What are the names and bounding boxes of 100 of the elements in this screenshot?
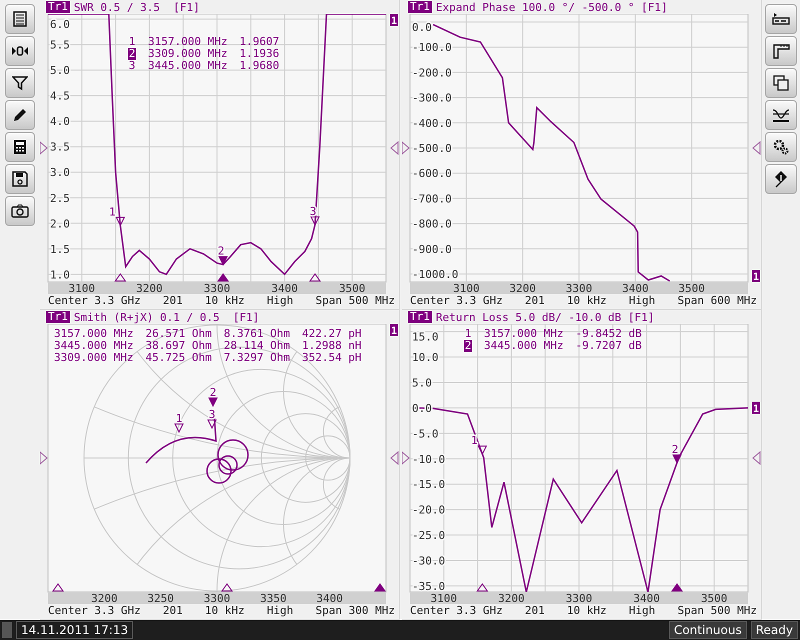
stimulus-icon <box>772 12 790 26</box>
marker-readout-value: 1.2988 nH <box>302 340 362 352</box>
marker-icon[interactable] <box>218 256 228 266</box>
trace-badge[interactable]: Tr1 <box>46 311 70 323</box>
sweep-setting: Span 300 MHz <box>315 604 395 618</box>
y-tick-label: -15.0 <box>412 478 446 492</box>
y-tick-label: 2.5 <box>50 192 70 205</box>
y-tick-label: -20.0 <box>412 504 446 517</box>
y-tick-label: 5.5 <box>50 38 70 52</box>
marker-readout-value: 3157.000 MHz <box>54 328 134 340</box>
x-tick-label: 3200 <box>509 282 536 294</box>
table-icon-button[interactable] <box>5 4 35 34</box>
marker-icon[interactable] <box>116 216 126 226</box>
calculator-icon-button[interactable] <box>5 132 35 162</box>
marker-number: 1 <box>471 434 478 448</box>
marker-readout-value: 422.27 pH <box>302 328 362 340</box>
sweep-setting: High <box>628 604 656 618</box>
x-tick-label: 3400 <box>271 282 298 294</box>
wave-icon-button[interactable] <box>765 100 797 130</box>
sweep-setting: Center 3.3 GHz <box>48 604 141 618</box>
marker-readout-value: 28.114 Ohm <box>224 340 290 352</box>
y-tick-label: -5.0 <box>412 427 438 440</box>
trace-badge[interactable]: Tr1 <box>46 1 70 13</box>
settings-icon-button[interactable] <box>765 132 797 162</box>
sweep-setting: 10 kHz <box>204 604 245 618</box>
sweep-setting: High <box>266 294 294 308</box>
marker-readout-value: 1.1936 <box>239 48 280 60</box>
y-tick-label: -500.0 <box>412 142 452 155</box>
pencil-icon-button[interactable] <box>5 100 35 130</box>
x-tick-label: 3400 <box>622 282 649 294</box>
marker-icon[interactable] <box>208 398 218 408</box>
y-tick-label: -10.0 <box>412 452 446 466</box>
x-tick-label: 3400 <box>316 592 343 604</box>
x-tick-label: 3350 <box>260 592 287 604</box>
camera-icon-button[interactable] <box>5 196 35 226</box>
marker-icon-button[interactable] <box>5 36 35 66</box>
wave-icon <box>772 107 790 123</box>
floppy-disk-icon-button[interactable] <box>5 164 35 194</box>
marker-readout-value: 3445.000 MHz <box>484 340 564 352</box>
marker-icon[interactable] <box>174 424 184 434</box>
windows-icon-button[interactable] <box>765 68 797 98</box>
marker-readout-value: 8.3761 Ohm <box>224 328 290 340</box>
stimulus-marker-icon <box>114 273 126 282</box>
reference-level-icon <box>390 140 398 156</box>
marker-readout-value: 26.571 Ohm <box>145 328 212 340</box>
marker-readout-value: 3309.000 MHz <box>54 352 134 364</box>
x-tick-label: 3500 <box>700 592 728 604</box>
sweep-setting: 201 <box>162 294 183 308</box>
chart-title: Expand Phase 100.0 °/ -500.0 ° [F1] <box>436 0 668 14</box>
sweep-setting: High <box>628 294 656 308</box>
marker-icon[interactable] <box>672 454 682 464</box>
y-tick-label: 15.0 <box>412 330 438 344</box>
y-tick-label: 5.0 <box>50 64 70 78</box>
y-tick-label: -900.0 <box>412 242 452 256</box>
x-tick-label: 3250 <box>147 592 174 604</box>
y-tick-label: -35.0 <box>412 580 446 593</box>
stimulus-marker-icon <box>309 273 321 282</box>
filter-icon-button[interactable] <box>5 68 35 98</box>
chart-title: SWR 0.5 / 3.5 [F1] <box>74 0 200 14</box>
marker-readout-value: 1.9607 <box>239 36 280 48</box>
x-tick-label: 3200 <box>498 592 525 604</box>
marker-icon[interactable] <box>478 446 488 456</box>
sweep-setting: Span 600 MHz <box>677 294 757 308</box>
y-tick-label: -400.0 <box>412 116 452 130</box>
x-tick-label: 3200 <box>136 282 163 294</box>
marker-icon[interactable] <box>207 420 217 430</box>
x-tick-label: 3100 <box>68 282 96 294</box>
marker-readout-value: 3157.000 MHz <box>148 36 228 48</box>
x-tick-label: 3300 <box>204 592 230 604</box>
y-tick-label: 0.0 <box>412 21 432 34</box>
sweep-setting: 10 kHz <box>566 294 607 308</box>
marker-icon <box>11 45 29 57</box>
marker-number: 2 <box>464 340 472 352</box>
reference-level-icon <box>40 140 48 156</box>
reference-level-icon <box>402 140 410 156</box>
sweep-setting: Span 500 MHz <box>315 294 395 308</box>
sweep-setting: Center 3.3 GHz <box>48 294 141 308</box>
trace-badge[interactable]: Tr1 <box>408 311 432 323</box>
instrument-state: Ready <box>750 621 798 639</box>
y-tick-label: 1.0 <box>50 268 70 282</box>
trace-end-label: 1 <box>390 14 398 27</box>
stimulus-icon-button[interactable] <box>765 4 797 34</box>
sweep-setting: 201 <box>524 294 545 308</box>
x-tick-label: 3200 <box>91 592 118 604</box>
date-time: 14.11.2011 17:13 <box>16 621 134 639</box>
ruler-icon-button[interactable] <box>765 36 797 66</box>
camera-icon <box>11 204 29 218</box>
diamond-arrow-icon-button[interactable] <box>765 164 797 194</box>
reference-level-icon <box>752 140 760 156</box>
y-tick-label: -800.0 <box>412 218 452 231</box>
trigger-mode[interactable]: Continuous <box>668 621 747 639</box>
calculator-icon <box>13 139 27 155</box>
y-tick-label: 3.0 <box>50 166 70 180</box>
x-tick-label: 3500 <box>338 282 366 294</box>
y-tick-label: 6.0 <box>50 18 70 32</box>
y-tick-label: -1000.0 <box>412 268 458 281</box>
marker-icon[interactable] <box>310 216 320 226</box>
trace-badge[interactable]: Tr1 <box>408 1 432 13</box>
x-tick-label: 3300 <box>566 592 592 604</box>
trace-end-label: 1 <box>390 324 398 337</box>
